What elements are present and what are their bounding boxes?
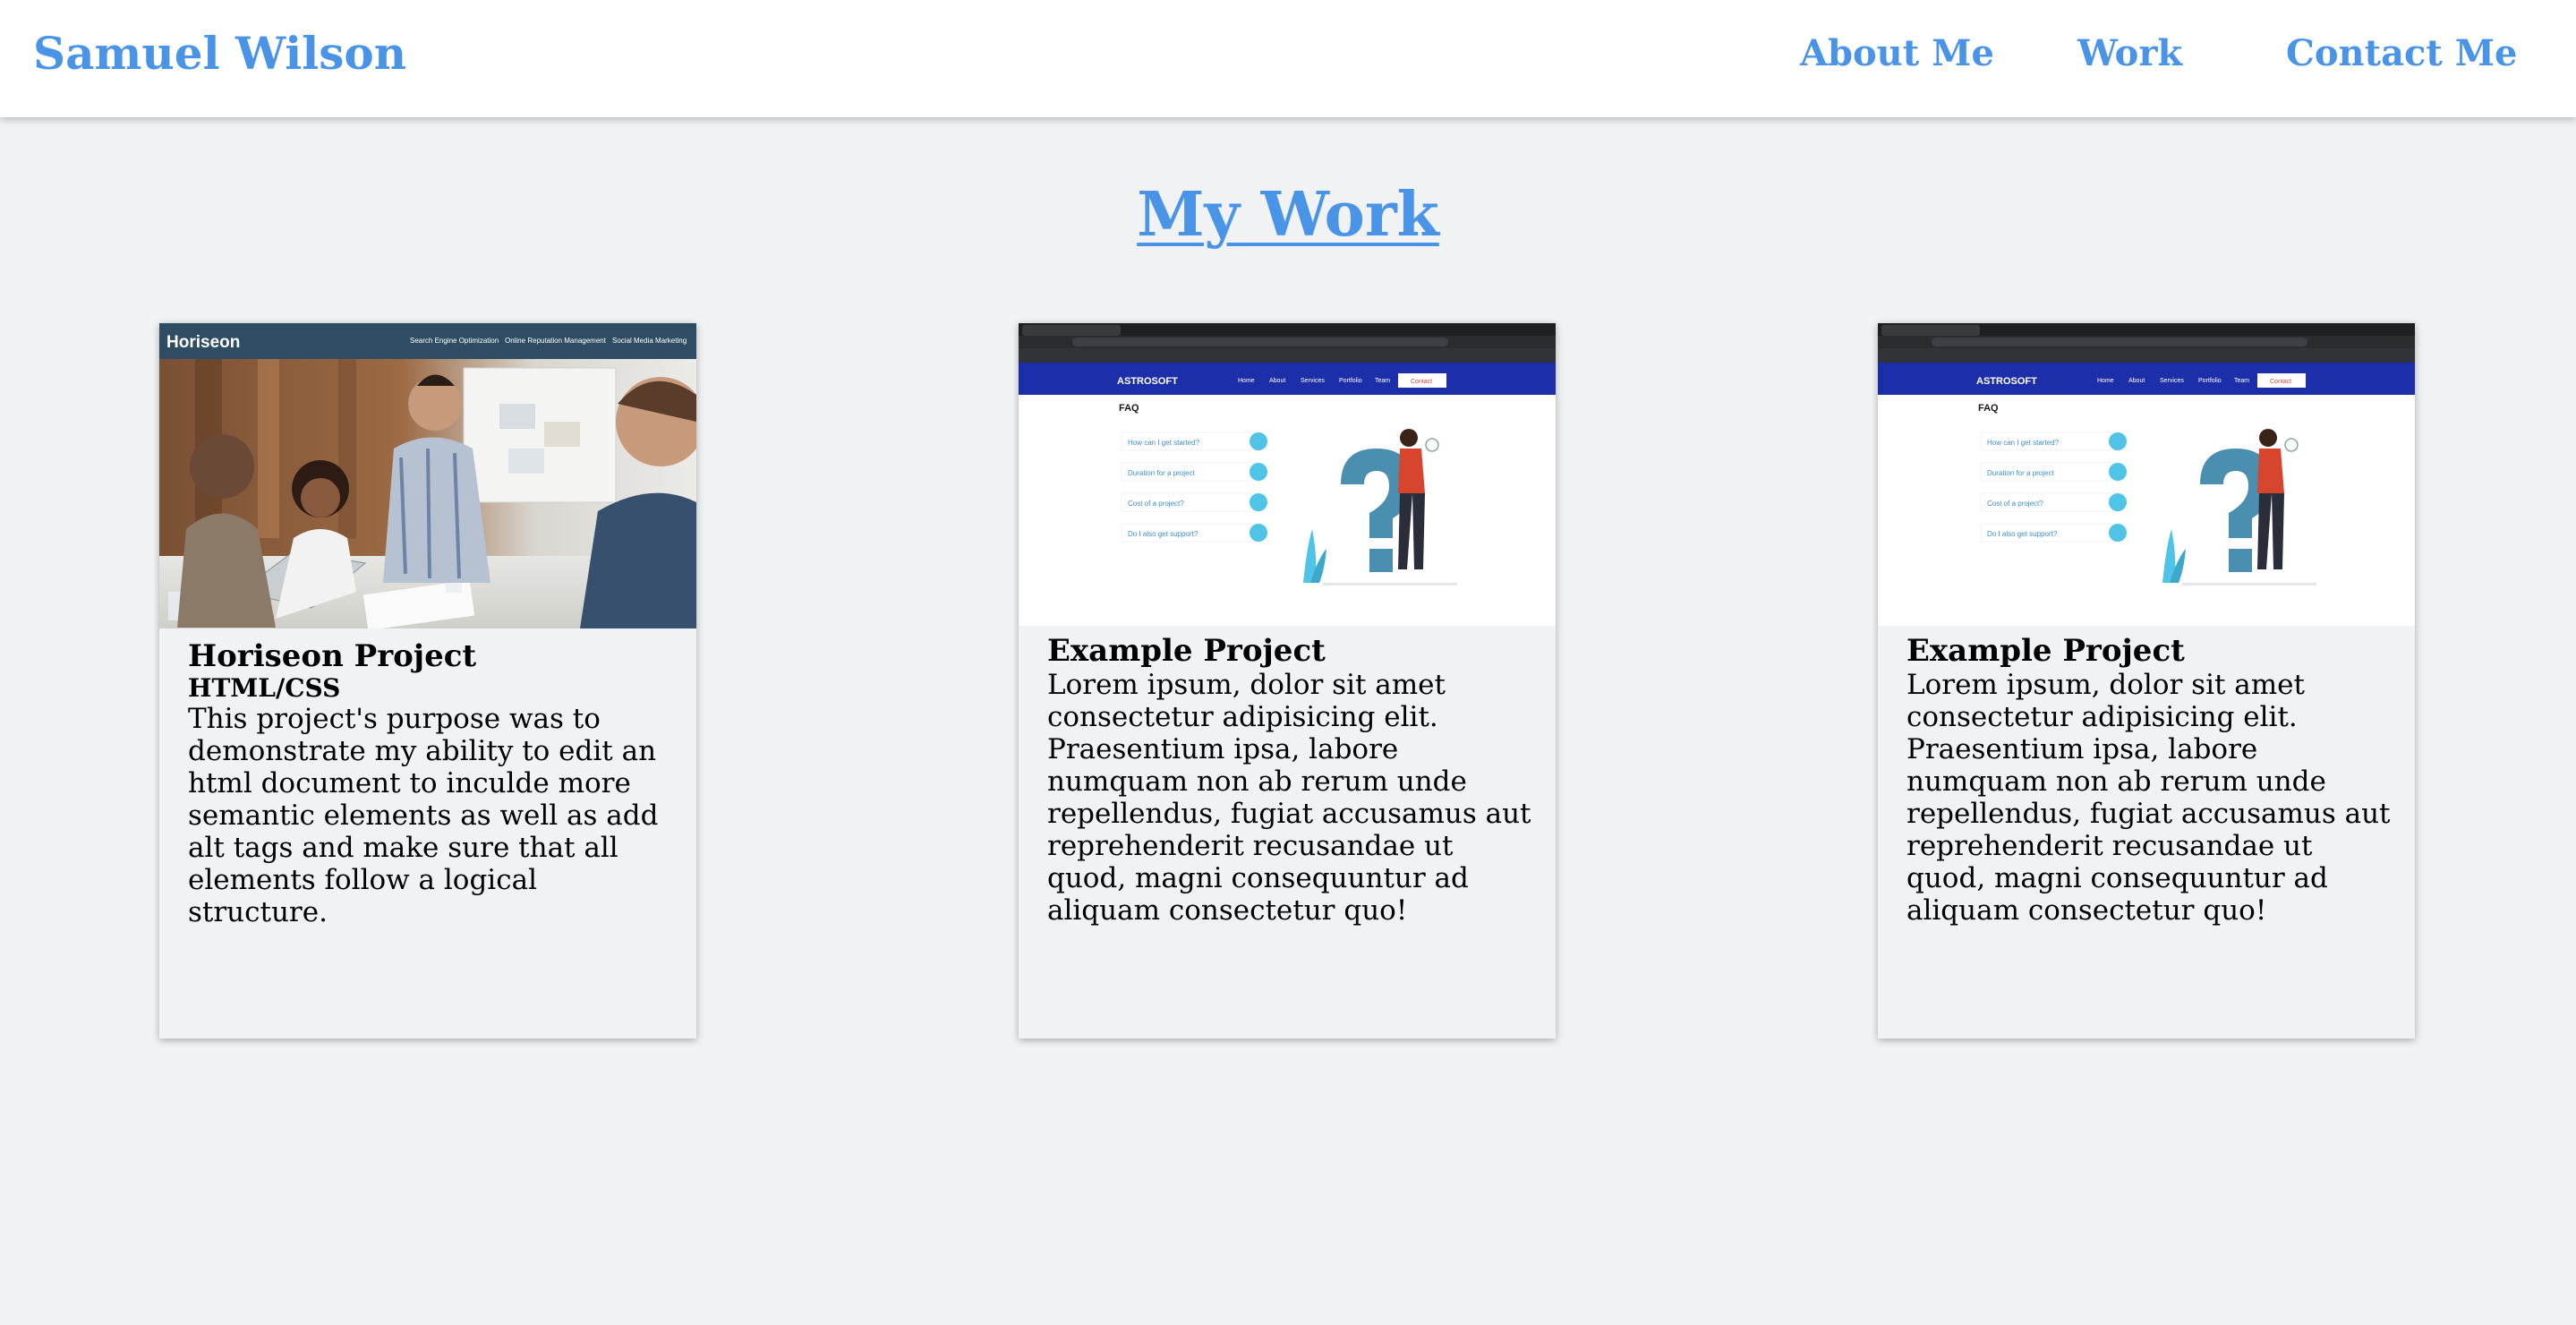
faq-item: Cost of a project? (1987, 500, 2043, 508)
astrosoft-nav-item: Team (2234, 378, 2249, 384)
project-screenshot: ASTROSOFT Home About Services Portfolio … (1019, 323, 1556, 626)
project-screenshot: ASTROSOFT Home About Services Portfolio … (1878, 323, 2415, 626)
site-brand-link[interactable]: Samuel Wilson (33, 27, 406, 80)
card-body: Example Project Lorem ipsum, dolor sit a… (1047, 633, 1534, 927)
faq-item: Do I also get support? (1987, 530, 2058, 538)
project-card-example-1[interactable]: ASTROSOFT Home About Services Portfolio … (1019, 323, 1556, 1039)
astrosoft-nav-item: Home (2097, 378, 2114, 384)
astrosoft-nav-item: Services (1301, 378, 1325, 384)
astrosoft-cta: Contact (2270, 379, 2291, 385)
astrosoft-nav-item: Portfolio (1339, 378, 1362, 384)
astrosoft-nav-item: Portfolio (2198, 378, 2222, 384)
project-description: This project's purpose was to demonstrat… (188, 703, 659, 928)
astrosoft-logo-text: ASTROSOFT (1117, 376, 1178, 387)
faq-item: How can I get started? (1987, 439, 2060, 447)
nav-about-me-link[interactable]: About Me (1800, 32, 1994, 74)
astrosoft-nav-item: Team (1375, 378, 1390, 384)
section-title: My Work (1137, 179, 1439, 251)
horiseon-nav-reputation: Online Reputation Management (505, 337, 607, 345)
project-title: Horiseon Project (188, 638, 477, 674)
card-body: Example Project Lorem ipsum, dolor sit a… (1906, 633, 2393, 927)
astrosoft-faq-heading: FAQ (1119, 403, 1139, 414)
project-card-example-2[interactable]: ASTROSOFT Home About Services Portfolio … (1878, 323, 2415, 1039)
horiseon-nav-social: Social Media Marketing (612, 337, 687, 345)
project-description: Lorem ipsum, dolor sit amet consectetur … (1047, 669, 1531, 927)
faq-item: How can I get started? (1128, 439, 1200, 447)
project-title: Example Project (1047, 633, 1326, 669)
card-body: Horiseon Project HTML/CSS This project's… (188, 638, 675, 928)
faq-item: Duration for a project (1128, 469, 1195, 477)
astrosoft-screenshot-image: ASTROSOFT Home About Services Portfolio … (1878, 323, 2415, 626)
project-screenshot: Horiseon Search Engine Optimization Onli… (159, 323, 696, 628)
astrosoft-faq-heading: FAQ (1978, 403, 1999, 414)
horiseon-logo-text: Horiseon (166, 333, 240, 352)
astrosoft-screenshot-image: ASTROSOFT Home About Services Portfolio … (1019, 323, 1556, 626)
faq-item: Cost of a project? (1128, 500, 1184, 508)
astrosoft-nav-item: About (1269, 378, 1285, 384)
astrosoft-cta: Contact (1411, 379, 1432, 385)
faq-item: Duration for a project (1987, 469, 2054, 477)
site-header: Samuel Wilson About Me Work Contact Me (0, 0, 2576, 117)
horiseon-screenshot-image: Horiseon Search Engine Optimization Onli… (159, 323, 696, 628)
astrosoft-logo-text: ASTROSOFT (1976, 376, 2037, 387)
project-subtitle: HTML/CSS (188, 673, 341, 703)
nav-contact-me-link[interactable]: Contact Me (2286, 32, 2517, 74)
astrosoft-nav-item: Home (1238, 378, 1255, 384)
astrosoft-nav-item: About (2128, 378, 2145, 384)
astrosoft-nav-item: Services (2160, 378, 2184, 384)
project-description: Lorem ipsum, dolor sit amet consectetur … (1906, 669, 2391, 927)
horiseon-nav-seo: Search Engine Optimization (410, 337, 499, 345)
faq-item: Do I also get support? (1128, 530, 1198, 538)
nav-work-link[interactable]: Work (2077, 32, 2182, 74)
project-card-horiseon[interactable]: Horiseon Search Engine Optimization Onli… (159, 323, 696, 1039)
project-title: Example Project (1906, 633, 2185, 669)
